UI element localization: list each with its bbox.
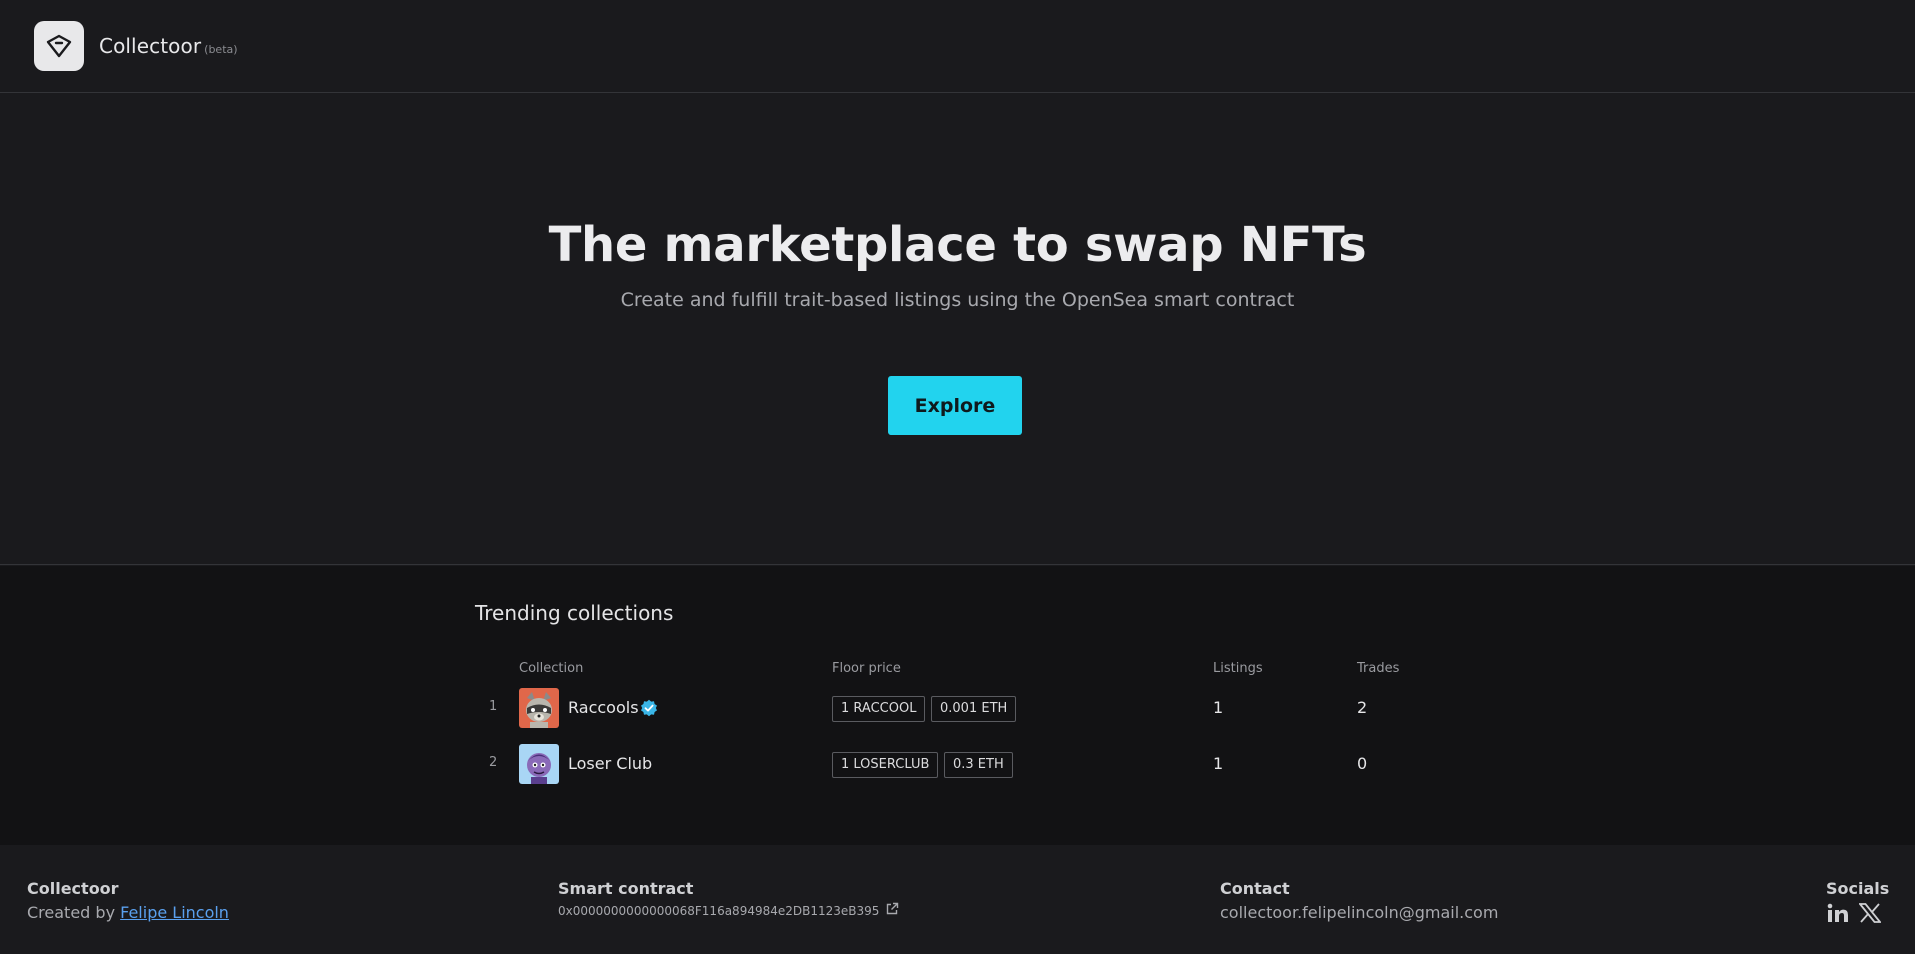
smart-contract-heading: Smart contract (558, 879, 694, 898)
verified-badge-icon (640, 699, 658, 717)
created-by: Created by Felipe Lincoln (27, 903, 229, 922)
external-link-icon[interactable] (885, 902, 899, 919)
contact-email[interactable]: collectoor.felipelincoln@gmail.com (1220, 903, 1498, 922)
column-header-collection: Collection (519, 661, 584, 676)
column-header-listings: Listings (1213, 661, 1263, 676)
contract-address-link[interactable]: 0x0000000000000068F116a894984e2DB1123eB3… (558, 902, 899, 919)
hero-subtitle: Create and fulfill trait-based listings … (620, 289, 1295, 311)
footer: Collectoor Created by Felipe Lincoln Sma… (0, 845, 1915, 954)
linkedin-icon[interactable] (1826, 902, 1850, 924)
brand-name[interactable]: Collectoor (99, 34, 201, 58)
socials-heading: Socials (1826, 879, 1890, 898)
beta-label: (beta) (204, 43, 238, 56)
collection-name[interactable]: Loser Club (568, 754, 652, 773)
column-header-trades: Trades (1357, 661, 1400, 676)
created-by-prefix: Created by (27, 903, 121, 922)
row-rank: 2 (489, 755, 498, 770)
explore-button[interactable]: Explore (888, 376, 1022, 435)
trending-title: Trending collections (475, 601, 674, 625)
hero-section: The marketplace to swap NFTs Create and … (0, 93, 1915, 565)
author-link[interactable]: Felipe Lincoln (120, 903, 229, 922)
footer-brand-heading: Collectoor (27, 879, 119, 898)
listings-count: 1 (1213, 754, 1224, 773)
contract-address[interactable]: 0x0000000000000068F116a894984e2DB1123eB3… (558, 904, 879, 918)
floor-eth-tag: 0.3 ETH (944, 752, 1013, 778)
column-header-floor-price: Floor price (832, 661, 901, 676)
x-twitter-icon[interactable] (1858, 902, 1882, 924)
top-navbar: Collectoor (beta) (0, 0, 1915, 93)
brand[interactable]: Collectoor (beta) (99, 34, 238, 58)
table-row[interactable]: 1 Raccools 1 RACCOOL 0.001 ETH 1 2 (0, 688, 1915, 728)
raccools-avatar[interactable] (519, 688, 559, 728)
listings-count: 1 (1213, 698, 1224, 717)
floor-eth-tag: 0.001 ETH (931, 696, 1017, 722)
floor-token-tag: 1 RACCOOL (832, 696, 926, 722)
floor-token-tag: 1 LOSERCLUB (832, 752, 939, 778)
contact-heading: Contact (1220, 879, 1290, 898)
table-row[interactable]: 2 Loser Club 1 LOSERCLUB 0.3 ETH 1 0 (0, 744, 1915, 784)
trades-count: 2 (1357, 698, 1368, 717)
trades-count: 0 (1357, 754, 1368, 773)
row-rank: 1 (489, 699, 498, 714)
hero-title: The marketplace to swap NFTs (548, 217, 1367, 273)
trending-collections-section: Trending collections Collection Floor pr… (0, 566, 1915, 845)
loser-club-avatar[interactable] (519, 744, 559, 784)
collection-name[interactable]: Raccools (568, 698, 639, 717)
collectoor-logo-icon[interactable] (34, 21, 84, 71)
